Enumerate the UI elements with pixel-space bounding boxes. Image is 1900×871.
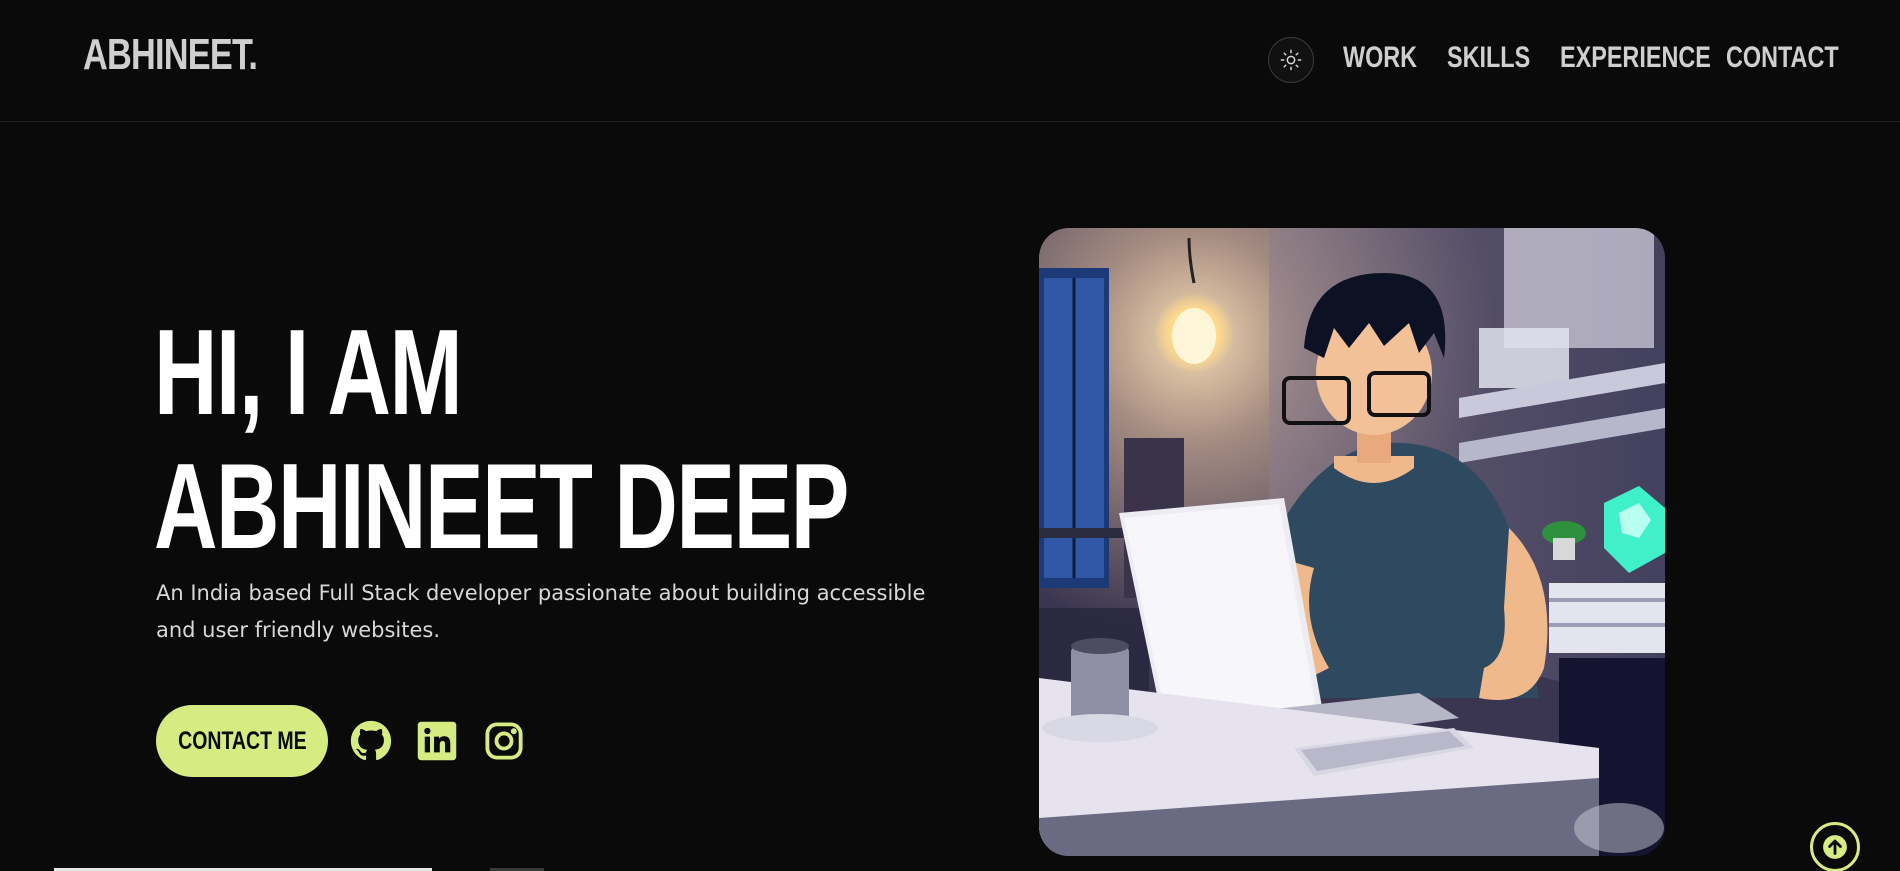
linkedin-link[interactable] bbox=[416, 720, 458, 762]
sun-icon bbox=[1280, 49, 1302, 71]
hero-illustration bbox=[1039, 228, 1665, 856]
hero-title-line1: HI, I AM bbox=[154, 304, 463, 440]
site-header: ABHINEET. WORK SKILLS EXPERIENCE CONTACT bbox=[0, 0, 1900, 122]
nav-item-work[interactable]: WORK bbox=[1343, 40, 1417, 76]
contact-me-label: CONTACT ME bbox=[177, 726, 307, 755]
contact-me-button[interactable]: CONTACT ME bbox=[156, 705, 328, 777]
nav-item-contact[interactable]: CONTACT bbox=[1726, 40, 1839, 76]
hero-title-line2: ABHINEET DEEP bbox=[154, 438, 849, 574]
instagram-icon bbox=[485, 722, 523, 760]
theme-toggle-button[interactable] bbox=[1268, 37, 1314, 83]
instagram-link[interactable] bbox=[483, 720, 525, 762]
linkedin-icon bbox=[417, 721, 457, 761]
hero-title: HI, I AM ABHINEET DEEP bbox=[154, 304, 849, 574]
hero-description: An India based Full Stack developer pass… bbox=[156, 581, 926, 642]
scroll-to-top-button[interactable] bbox=[1810, 822, 1860, 871]
github-icon bbox=[350, 720, 392, 761]
arrow-up-icon bbox=[1823, 835, 1847, 859]
github-link[interactable] bbox=[350, 720, 392, 762]
nav-item-experience[interactable]: EXPERIENCE bbox=[1560, 40, 1711, 76]
site-logo[interactable]: ABHINEET. bbox=[83, 30, 258, 80]
nav-item-skills[interactable]: SKILLS bbox=[1447, 40, 1530, 76]
